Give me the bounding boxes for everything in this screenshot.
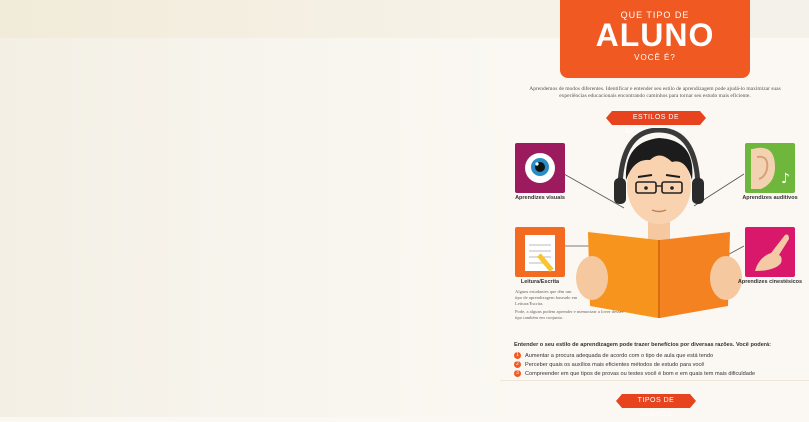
auditory-tile: ♪ — [745, 143, 795, 193]
notepad-icon — [525, 235, 555, 272]
benefit-number: 3 — [514, 370, 521, 377]
hand-icon — [755, 234, 789, 271]
title-banner: QUE TIPO DE ALUNO VOCÊ É? — [560, 0, 750, 78]
benefit-item: 1 Aumentar a procura adequada de acordo … — [514, 352, 794, 359]
kinesthetic-label: Aprendizes cinestésicos — [737, 279, 803, 285]
left-background-fade — [0, 0, 520, 417]
reading-label: Leitura/Escrita — [520, 279, 560, 285]
student-left-hand — [576, 256, 608, 300]
student-right-hand — [710, 256, 742, 300]
headphone-left — [614, 178, 626, 204]
benefit-text: Aumentar a procura adequada de acordo co… — [525, 352, 714, 359]
benefit-text: Compreender em que tipos de provas ou te… — [525, 370, 756, 377]
reading-description-2: Pode, a alguns podem aprender e memoriza… — [515, 309, 624, 320]
music-note-icon: ♪ — [781, 171, 790, 187]
title-main: ALUNO — [595, 17, 715, 53]
student-reading-illustration — [563, 128, 745, 318]
benefit-number: 2 — [514, 361, 521, 368]
reading-tile — [515, 227, 565, 277]
eye-icon — [525, 153, 555, 183]
section-divider — [500, 380, 809, 381]
benefit-number: 1 — [514, 352, 521, 359]
reading-description-1: Alguns estudantes que têm um tipo de apr… — [515, 289, 578, 306]
visual-label: Aprendizes visuais — [515, 195, 565, 201]
benefits-lead: Entender o seu estilo de aprendizagem po… — [514, 342, 771, 348]
benefit-item: 3 Compreender em que tipos de provas ou … — [514, 370, 794, 377]
section-ribbon-styles: ESTILOS DE APRENDIZAGEM — [606, 111, 706, 135]
visual-tile — [515, 143, 565, 193]
benefit-item: 2 Perceber quais os auxílios mais eficie… — [514, 361, 794, 368]
title-post: VOCÊ É? — [634, 53, 676, 62]
headphone-right — [692, 178, 704, 204]
kinesthetic-tile — [745, 227, 795, 277]
benefit-text: Perceber quais os auxílios mais eficient… — [525, 361, 705, 368]
benefits-section: Entender o seu estilo de aprendizagem po… — [514, 342, 794, 379]
intro-paragraph: Aprendemos de modos diferentes. Identifi… — [529, 86, 781, 99]
auditory-label: Aprendizes auditivos — [742, 195, 798, 201]
section-ribbon-student-types: TIPOS DE ALUNOS — [616, 394, 696, 418]
ear-icon: ♪ — [751, 147, 790, 189]
